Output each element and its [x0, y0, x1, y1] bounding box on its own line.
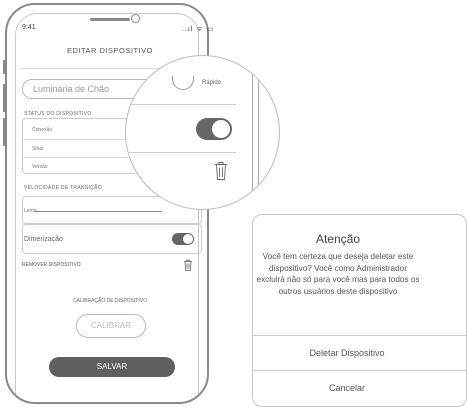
status-row-signal: Sinal: [32, 146, 44, 152]
save-button[interactable]: SALVAR: [49, 357, 175, 377]
dialog-divider: [252, 370, 467, 371]
status-row-divider: [23, 139, 133, 140]
dialog-title: Atenção: [315, 232, 361, 246]
phone-camera: [131, 14, 140, 23]
phone-speaker: [90, 18, 130, 21]
device-status-label: STATUS DO DISPOSITIVO: [24, 111, 92, 117]
dimming-label: Dimerização: [24, 236, 63, 243]
magnified-toggle[interactable]: [196, 118, 232, 140]
phone-edge-line: [252, 56, 253, 209]
speed-slider-knob[interactable]: [172, 76, 194, 90]
phone-volume-up-button: [3, 84, 6, 112]
toggle-knob: [183, 234, 193, 244]
status-icons: ..ıl ᯤ ▭: [182, 26, 215, 33]
remove-device-label: REMOVER DISPOSITIVO: [22, 262, 81, 268]
phone-edge-line: [258, 56, 259, 209]
status-time: 9:41: [22, 24, 36, 31]
transition-speed-label: VELOCIDADE DE TRANSIÇÃO: [24, 185, 102, 191]
delete-device-button[interactable]: Deletar Dispositivo: [252, 348, 442, 358]
cancel-button[interactable]: Cancelar: [252, 383, 442, 393]
phone-volume-down-button: [3, 118, 6, 146]
trash-icon[interactable]: [214, 161, 228, 181]
magnified-divider: [126, 104, 236, 105]
calibrate-button[interactable]: CALIBRAR: [76, 314, 146, 338]
magnifier-callout: Rápido: [125, 55, 280, 210]
status-row-version: Versão: [32, 164, 48, 170]
status-row-divider: [23, 157, 133, 158]
trash-icon[interactable]: [183, 258, 193, 271]
speed-max-label: Rápido: [202, 80, 222, 86]
toggle-knob: [212, 120, 230, 138]
status-row-connection: Conexão: [32, 127, 53, 133]
page-title: EDITAR DISPOSITIVO: [67, 46, 153, 55]
dialog-message: Você tem certeza que deseja deletar este…: [256, 252, 420, 296]
dimming-toggle[interactable]: [172, 233, 194, 245]
transition-speed-slider[interactable]: [34, 211, 162, 212]
dialog-divider: [252, 335, 467, 336]
calibration-label: CALIBRAÇÃO DE DISPOSITIVO: [73, 298, 147, 304]
phone-side-button: [3, 60, 6, 74]
magnified-divider: [126, 152, 236, 153]
